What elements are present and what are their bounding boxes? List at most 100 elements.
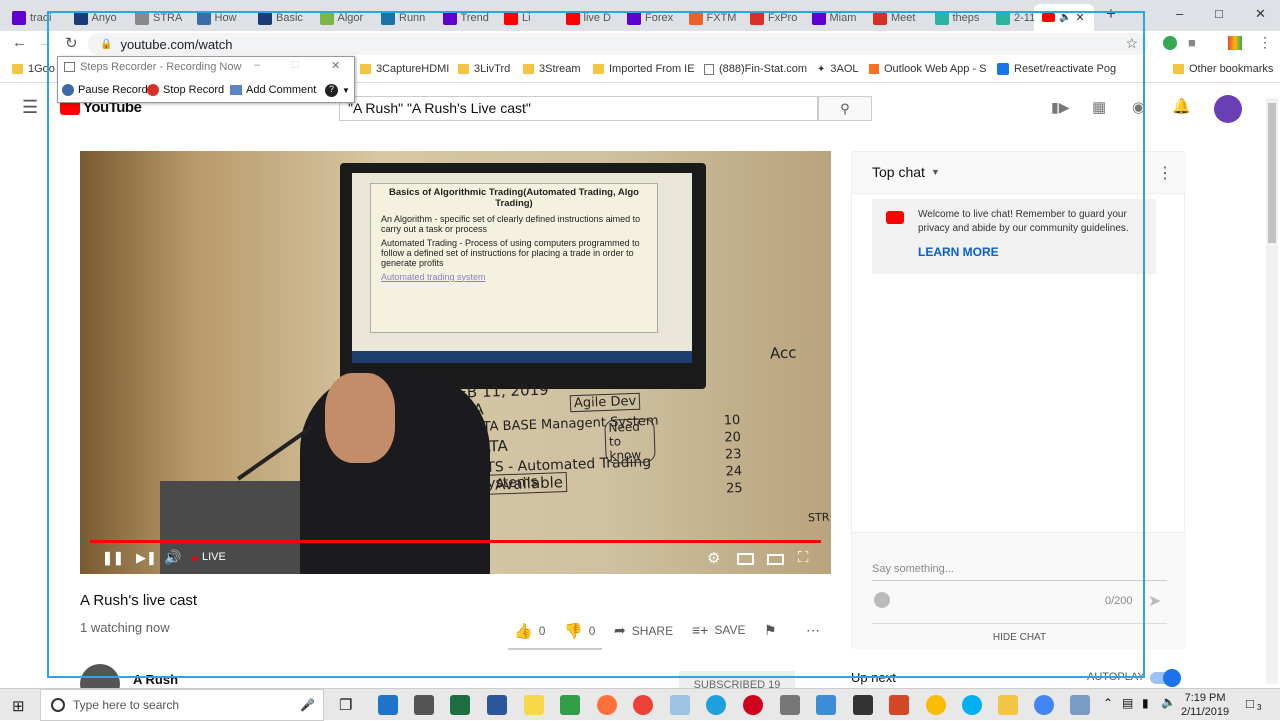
tray-chevron-icon[interactable]: ⌃ bbox=[1103, 696, 1113, 710]
recorder-close[interactable]: ✕ bbox=[331, 59, 340, 72]
pause-icon[interactable]: ❚❚ bbox=[102, 550, 124, 566]
hide-chat-button[interactable]: HIDE CHAT bbox=[872, 623, 1167, 643]
bookmark-reset[interactable]: Reset/reactivate Pog bbox=[997, 63, 1116, 75]
browser-tab[interactable]: Meet bbox=[873, 4, 931, 31]
learn-more-link[interactable]: LEARN MORE bbox=[918, 244, 1146, 260]
create-video-icon[interactable]: ▮▶ bbox=[1051, 99, 1069, 116]
browser-tab[interactable]: FxPro bbox=[750, 4, 808, 31]
search-button[interactable]: ⚲ bbox=[818, 96, 872, 121]
theater-icon[interactable] bbox=[767, 554, 784, 565]
tab-active[interactable]: 🔈 ✕ bbox=[1034, 4, 1094, 31]
more-button[interactable]: ⋯ bbox=[806, 622, 820, 639]
apps-icon[interactable]: ▦ bbox=[1092, 98, 1106, 116]
browser-tab[interactable]: Miam bbox=[811, 4, 870, 31]
browser-tab[interactable]: How bbox=[196, 4, 255, 31]
messages-icon[interactable]: ◉ bbox=[1132, 98, 1145, 116]
volume-icon[interactable]: 🔊 bbox=[164, 549, 181, 566]
browser-tab[interactable]: Basic bbox=[258, 4, 316, 31]
browser-tab[interactable]: Trend bbox=[442, 4, 501, 31]
bookmark-3capturehdmi[interactable]: 3CaptureHDMI bbox=[360, 63, 449, 75]
ie-icon[interactable] bbox=[706, 695, 726, 715]
new-tab-button[interactable]: + bbox=[1106, 4, 1116, 24]
subscribe-button[interactable]: SUBSCRIBED 19 bbox=[679, 671, 795, 688]
video-player[interactable]: Basics of Algorithmic Trading(Automated … bbox=[80, 151, 831, 574]
page-scrollbar[interactable] bbox=[1266, 98, 1278, 684]
scrollbar-thumb[interactable] bbox=[1268, 103, 1276, 243]
chrome-icon[interactable] bbox=[1034, 695, 1054, 715]
share-button[interactable]: ➦ SHARE bbox=[614, 622, 673, 639]
bookmark-3aol[interactable]: ✦ 3AOL bbox=[817, 63, 859, 75]
minimize-button[interactable]: – bbox=[1176, 6, 1183, 21]
fullscreen-icon[interactable]: ⛶ bbox=[798, 549, 809, 566]
chat-menu-icon[interactable]: ⋮ bbox=[1157, 163, 1173, 183]
next-icon[interactable]: ▶❚ bbox=[136, 550, 157, 566]
send-icon[interactable]: ➤ bbox=[1148, 591, 1161, 611]
miniplayer-icon[interactable] bbox=[737, 553, 754, 565]
bookmark-3livtrd[interactable]: 3LivTrd bbox=[458, 63, 510, 75]
menu-icon[interactable]: ⋮ bbox=[1258, 34, 1272, 51]
windows-start-icon[interactable]: ⊞ bbox=[12, 697, 25, 715]
recorder-minimize[interactable]: – bbox=[254, 59, 260, 71]
notes-icon[interactable] bbox=[524, 695, 544, 715]
top-chat-dropdown[interactable]: Top chat ▼ bbox=[872, 164, 940, 180]
word-icon[interactable] bbox=[487, 695, 507, 715]
bookmark-1goo[interactable]: 1Goo bbox=[12, 63, 55, 75]
microphone-icon[interactable]: 🎤 bbox=[300, 698, 315, 712]
notifications-icon[interactable]: 🔔 bbox=[1172, 97, 1191, 115]
firefox-icon[interactable] bbox=[597, 695, 617, 715]
search-input[interactable]: "A Rush" "A Rush's Live cast" bbox=[339, 96, 818, 121]
browser-tab[interactable]: Runn bbox=[381, 4, 439, 31]
bookmark-other[interactable]: Other bookmarks bbox=[1173, 63, 1273, 75]
address-bar[interactable]: 🔒 youtube.com/watch ☆ bbox=[88, 33, 1148, 55]
app-icon[interactable] bbox=[780, 695, 800, 715]
app-icon[interactable] bbox=[816, 695, 836, 715]
task-view-icon[interactable]: ❐ bbox=[339, 696, 352, 714]
emoji-icon[interactable] bbox=[874, 592, 890, 608]
browser-tab[interactable]: Forex bbox=[627, 4, 685, 31]
chrome-active-icon[interactable] bbox=[926, 695, 946, 715]
recorder-maximize[interactable]: □ bbox=[292, 59, 299, 71]
settings-icon[interactable]: ⚙ bbox=[707, 549, 720, 567]
hamburger-icon[interactable]: ☰ bbox=[22, 97, 38, 118]
browser-tab[interactable]: Algor bbox=[319, 4, 378, 31]
network-icon[interactable]: ▤ bbox=[1122, 696, 1133, 710]
browser-tab[interactable]: live D bbox=[565, 4, 624, 31]
reload-icon[interactable]: ↻ bbox=[65, 34, 78, 52]
camera-icon[interactable]: ■ bbox=[1188, 35, 1196, 50]
audio-icon[interactable]: 🔈 bbox=[1059, 12, 1071, 23]
extension-color-icon[interactable] bbox=[1228, 36, 1242, 50]
bookmark-fin-stat[interactable]: (888)Fin-Stat.com bbox=[704, 63, 807, 75]
report-button[interactable]: ⚑ bbox=[764, 622, 777, 639]
help-button[interactable]: ? ▼ bbox=[325, 84, 350, 97]
browser-tab[interactable]: tradi bbox=[12, 4, 70, 31]
taskbar-search[interactable]: Type here to search 🎤 bbox=[40, 689, 324, 721]
skype-icon[interactable] bbox=[962, 695, 982, 715]
avatar[interactable] bbox=[1214, 95, 1242, 123]
maximize-button[interactable]: □ bbox=[1215, 6, 1223, 21]
notification-icon[interactable]: □ bbox=[1246, 696, 1254, 711]
stop-record-button[interactable]: Stop Record bbox=[147, 84, 224, 96]
bookmark-star-icon[interactable]: ☆ bbox=[1125, 35, 1138, 52]
app-icon[interactable] bbox=[560, 695, 580, 715]
system-clock[interactable]: 7:19 PM 2/11/2019 bbox=[1181, 691, 1229, 720]
browser-tab[interactable]: STRA bbox=[135, 4, 193, 31]
browser-tab[interactable]: FXTM bbox=[688, 4, 747, 31]
save-button[interactable]: ≡+ SAVE bbox=[692, 622, 745, 638]
dislike-button[interactable]: 👎 0 bbox=[564, 622, 595, 640]
back-icon[interactable]: ← bbox=[12, 34, 27, 51]
live-badge[interactable]: LIVE bbox=[202, 551, 226, 563]
chat-input[interactable]: Say something... bbox=[872, 563, 1167, 581]
extension-icon[interactable] bbox=[1163, 36, 1177, 50]
bookmark-imported-from-ie[interactable]: Imported From IE bbox=[593, 63, 695, 75]
excel-icon[interactable] bbox=[450, 695, 470, 715]
volume-tray-icon[interactable]: 🔈 bbox=[1161, 695, 1176, 709]
bookmark-3stream[interactable]: 3Stream bbox=[523, 63, 581, 75]
close-window-button[interactable]: ✕ bbox=[1255, 6, 1266, 22]
app-icon[interactable] bbox=[670, 695, 690, 715]
browser-tab[interactable]: Li bbox=[504, 4, 562, 31]
camera-icon[interactable] bbox=[853, 695, 873, 715]
like-button[interactable]: 👍 0 bbox=[514, 622, 545, 640]
pause-record-button[interactable]: Pause Record bbox=[62, 84, 148, 96]
bookmark-outlook[interactable]: Outlook Web App - S bbox=[869, 63, 987, 75]
app-icon[interactable] bbox=[1070, 695, 1090, 715]
